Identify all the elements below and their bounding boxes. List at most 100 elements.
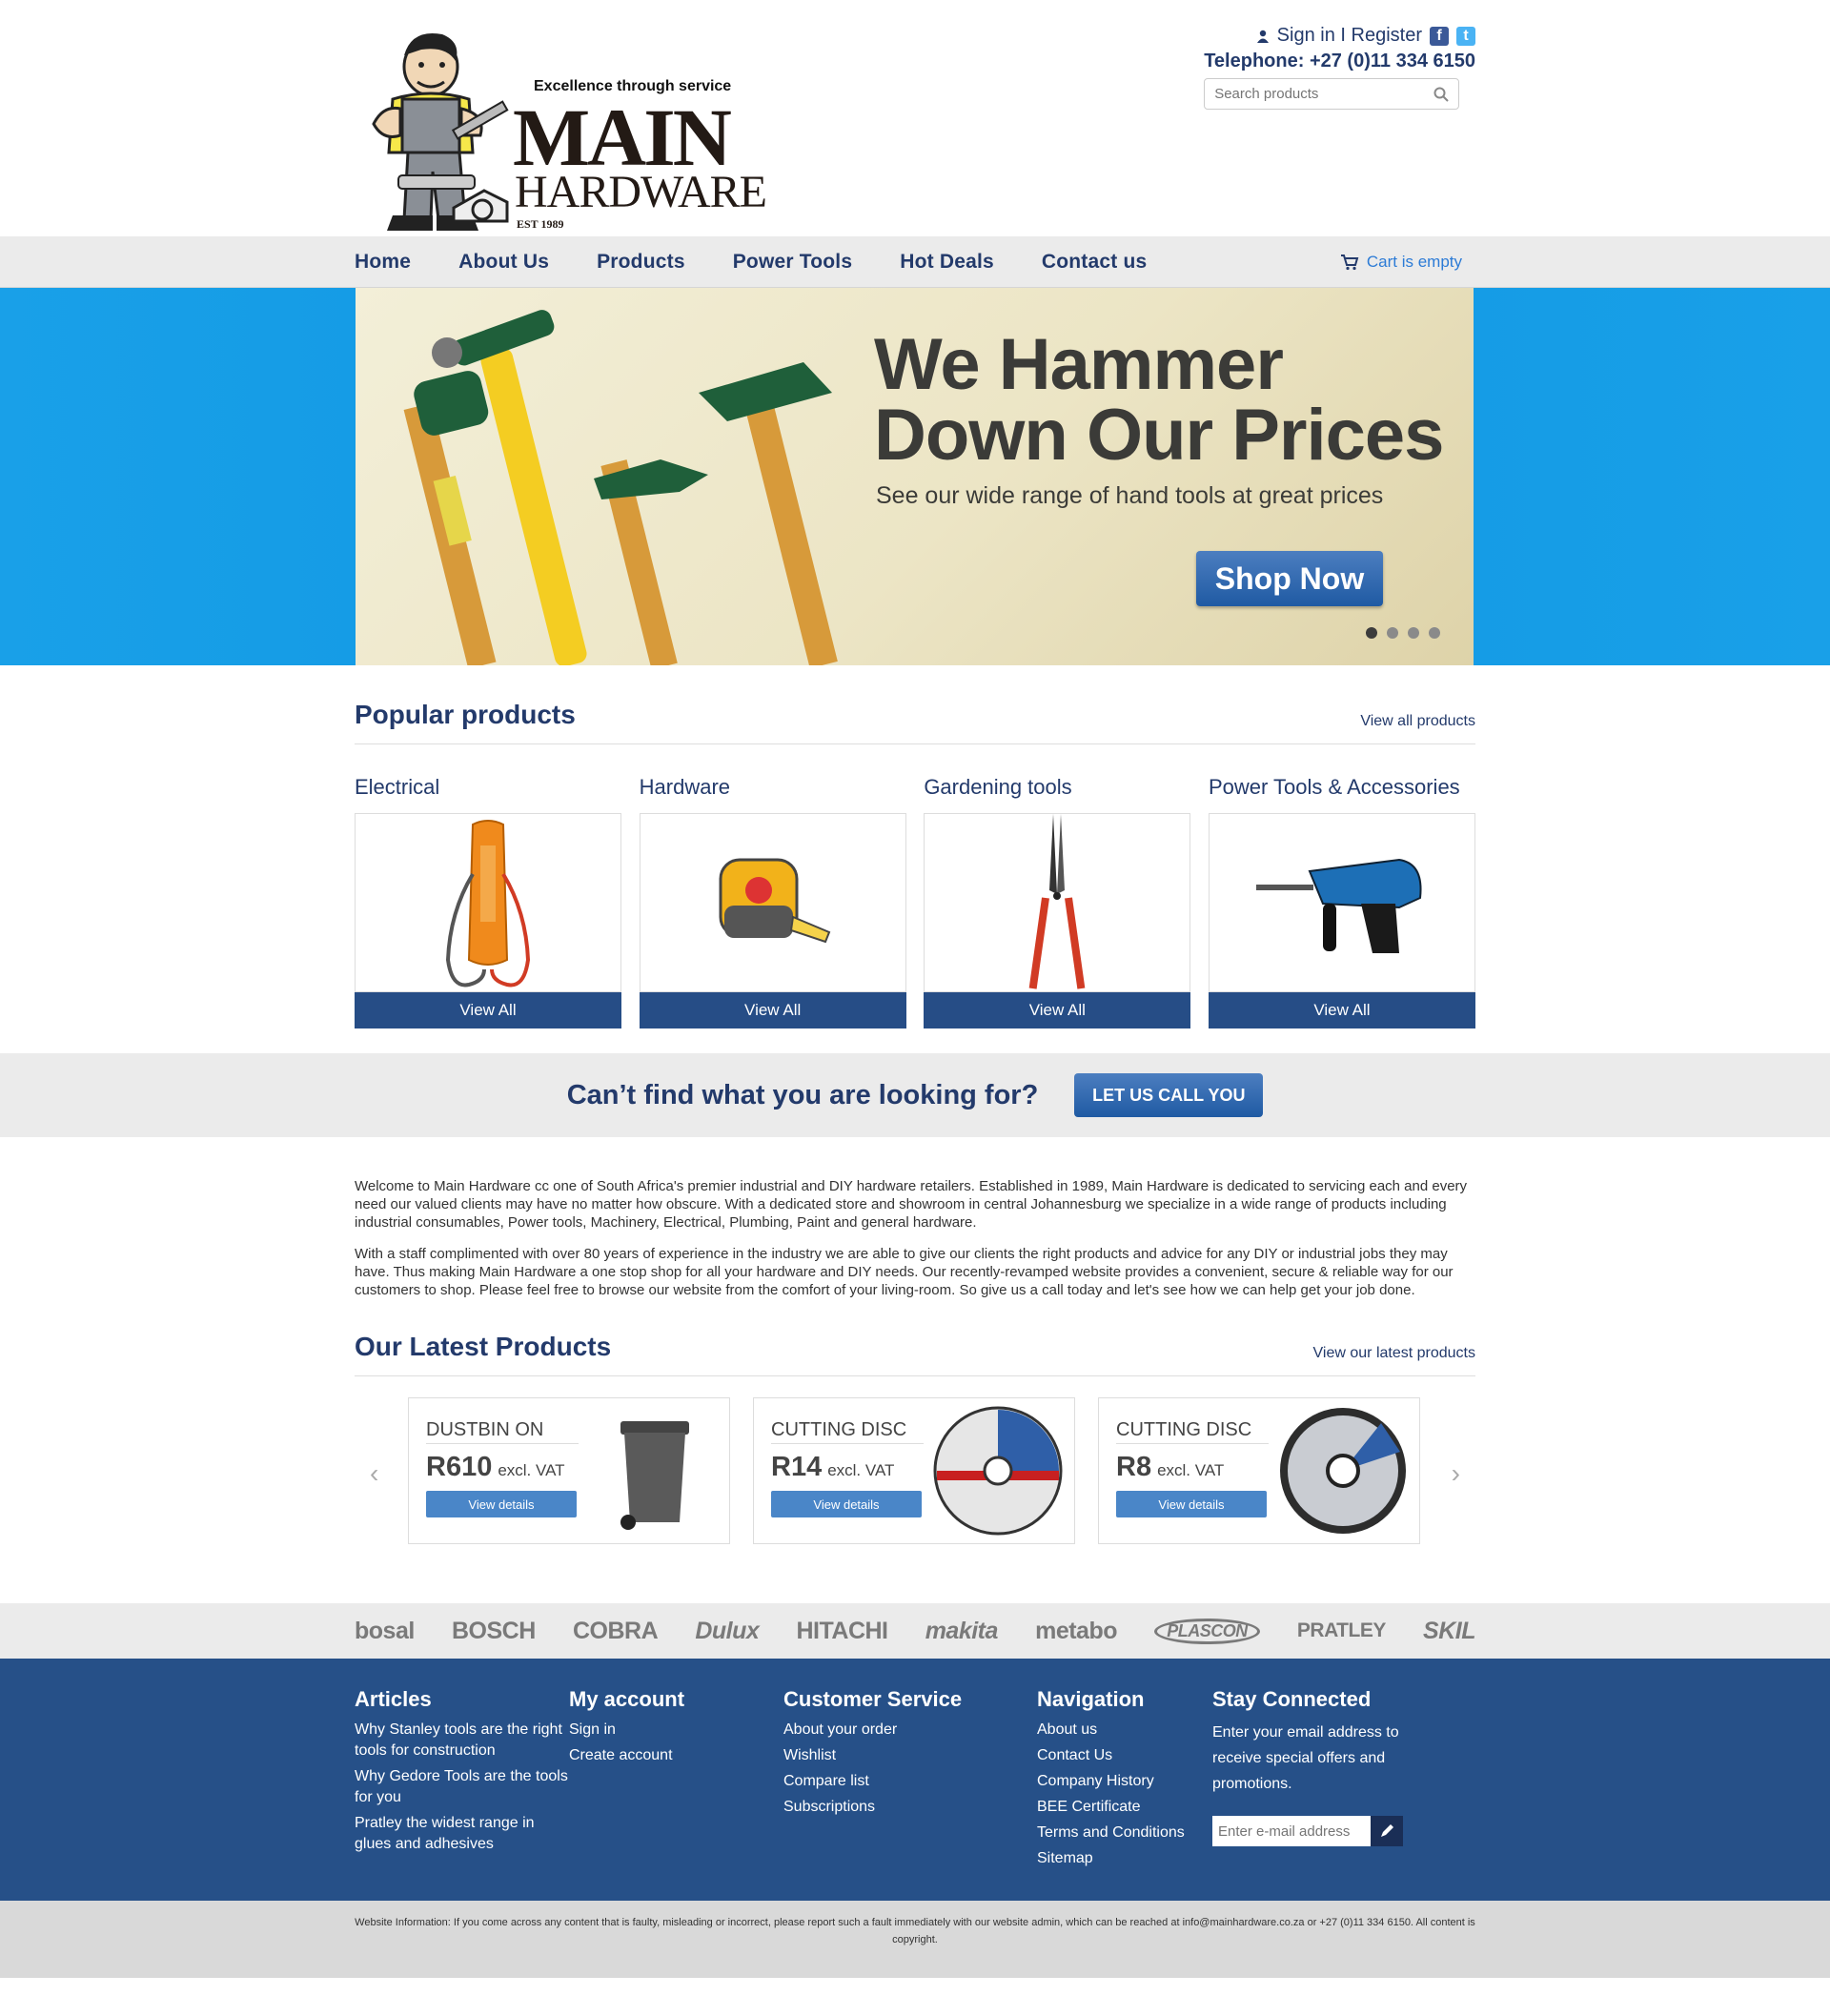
slider-dot-2[interactable] <box>1387 627 1398 639</box>
slider-dot-4[interactable] <box>1429 627 1440 639</box>
logo-main-text: MAIN <box>513 92 732 183</box>
category-title[interactable]: Gardening tools <box>924 775 1190 800</box>
product-card: CUTTING DISC R8 excl. VAT View details <box>1098 1397 1420 1544</box>
call-to-action-bar: Can’t find what you are looking for? LET… <box>0 1053 1830 1137</box>
footer-link[interactable]: Pratley the widest range in glues and ad… <box>355 1813 569 1855</box>
footer-link[interactable]: Terms and Conditions <box>1037 1823 1212 1843</box>
newsletter-text: Enter your email address to receive spec… <box>1212 1724 1399 1792</box>
telephone-number: Telephone: +27 (0)11 334 6150 <box>1204 51 1475 71</box>
footer-link[interactable]: Create account <box>569 1745 783 1766</box>
view-details-button[interactable]: View details <box>426 1491 577 1517</box>
nav-hot-deals[interactable]: Hot Deals <box>900 251 994 274</box>
brand-logo-plascon[interactable]: PLASCON <box>1154 1618 1260 1644</box>
footer-stay-connected: Stay Connected Enter your email address … <box>1212 1687 1413 1874</box>
category-electrical: Electrical View All <box>355 775 621 1028</box>
hedge-shears-image <box>1028 814 1086 989</box>
cutting-disc-image <box>1280 1408 1406 1534</box>
search-icon[interactable] <box>1434 87 1449 102</box>
footer-link[interactable]: Why Stanley tools are the right tools fo… <box>355 1720 569 1761</box>
pencil-icon <box>1381 1824 1393 1837</box>
site-logo[interactable]: Excellence through service MAIN HARDWARE… <box>355 29 774 236</box>
slider-dot-3[interactable] <box>1408 627 1419 639</box>
view-details-button[interactable]: View details <box>771 1491 922 1517</box>
slider-dot-1[interactable] <box>1366 627 1377 639</box>
newsletter-submit-button[interactable] <box>1371 1816 1403 1846</box>
vat-label: excl. VAT <box>498 1461 565 1479</box>
shop-now-button[interactable]: Shop Now <box>1196 551 1383 606</box>
hero-subtitle: See our wide range of hand tools at grea… <box>876 482 1384 509</box>
nav-products[interactable]: Products <box>597 251 685 274</box>
hero-title-line2: Down Our Prices <box>874 395 1444 476</box>
search-input[interactable] <box>1214 86 1425 102</box>
category-image[interactable] <box>924 813 1191 992</box>
nav-contact-us[interactable]: Contact us <box>1042 251 1148 274</box>
view-details-button[interactable]: View details <box>1116 1491 1267 1517</box>
view-all-button[interactable]: View All <box>1208 992 1475 1028</box>
footer-link[interactable]: Wishlist <box>783 1745 1037 1766</box>
facebook-icon[interactable]: f <box>1430 26 1449 46</box>
voltage-tester-image <box>445 820 531 988</box>
category-title[interactable]: Power Tools & Accessories <box>1209 775 1475 800</box>
logo-est: EST 1989 <box>517 217 564 231</box>
footer-heading: My account <box>569 1687 685 1711</box>
brand-logo-cobra[interactable]: COBRA <box>573 1618 659 1645</box>
footer-link[interactable]: Compare list <box>783 1771 1037 1792</box>
footer-link[interactable]: Why Gedore Tools are the tools for you <box>355 1766 569 1808</box>
site-header: Excellence through service MAIN HARDWARE… <box>355 0 1475 236</box>
hammers-illustration <box>403 310 838 665</box>
brand-logo-metabo[interactable]: metabo <box>1035 1618 1117 1645</box>
footer-link[interactable]: About your order <box>783 1720 1037 1741</box>
brand-logo-pratley[interactable]: PRATLEY <box>1297 1619 1386 1642</box>
email-input[interactable] <box>1212 1816 1371 1846</box>
footer-link[interactable]: Subscriptions <box>783 1797 1037 1818</box>
carousel-prev-icon[interactable]: ‹ <box>370 1458 378 1489</box>
category-gardening-tools: Gardening tools View All <box>924 775 1191 1028</box>
cart-icon <box>1340 255 1359 271</box>
brand-logo-hitachi[interactable]: HITACHI <box>796 1618 888 1645</box>
logo-sub-text: HARDWARE <box>515 167 767 217</box>
category-title[interactable]: Electrical <box>355 775 621 800</box>
nav-about-us[interactable]: About Us <box>458 251 549 274</box>
view-all-button[interactable]: View All <box>355 992 621 1028</box>
carousel-next-icon[interactable]: › <box>1452 1458 1460 1489</box>
product-name[interactable]: CUTTING DISC <box>771 1419 924 1444</box>
brand-logo-skil[interactable]: SKIL <box>1423 1618 1475 1645</box>
category-title[interactable]: Hardware <box>640 775 906 800</box>
register-link[interactable]: Register <box>1352 25 1422 46</box>
brand-logo-bosch[interactable]: BOSCH <box>452 1618 536 1645</box>
footer-heading: Customer Service <box>783 1687 963 1711</box>
cart-link[interactable]: Cart is empty <box>1340 253 1462 272</box>
view-all-button[interactable]: View All <box>924 992 1191 1028</box>
footer-heading: Navigation <box>1037 1687 1145 1711</box>
twitter-icon[interactable]: t <box>1456 26 1475 46</box>
account-separator: I <box>1340 25 1346 46</box>
signin-link[interactable]: Sign in <box>1277 25 1335 46</box>
footer-heading: Stay Connected <box>1212 1687 1372 1711</box>
view-latest-products-link[interactable]: View our latest products <box>1313 1345 1475 1362</box>
view-all-button[interactable]: View All <box>639 992 906 1028</box>
view-all-products-link[interactable]: View all products <box>1360 713 1475 730</box>
category-image[interactable] <box>1208 813 1475 992</box>
hero-title-line1: We Hammer <box>874 324 1284 405</box>
footer-my-account: My account Sign in Create account <box>569 1687 783 1874</box>
footer-link[interactable]: Contact Us <box>1037 1745 1212 1766</box>
brand-logo-dulux[interactable]: Dulux <box>695 1618 759 1645</box>
product-name[interactable]: CUTTING DISC <box>1116 1419 1269 1444</box>
welcome-paragraph-2: With a staff complimented with over 80 y… <box>355 1246 1454 1298</box>
footer-link[interactable]: Sign in <box>569 1720 783 1741</box>
nav-power-tools[interactable]: Power Tools <box>733 251 853 274</box>
footer-link[interactable]: Company History <box>1037 1771 1212 1792</box>
nav-home[interactable]: Home <box>355 251 411 274</box>
product-name[interactable]: DUSTBIN ON <box>426 1419 579 1444</box>
category-image[interactable] <box>639 813 906 992</box>
footer-link[interactable]: BEE Certificate <box>1037 1797 1212 1818</box>
hero-banner[interactable]: We Hammer Down Our Prices See our wide r… <box>356 288 1474 665</box>
brand-logo-bosal[interactable]: bosal <box>355 1618 415 1645</box>
search-box[interactable] <box>1204 78 1460 110</box>
brand-logo-makita[interactable]: makita <box>925 1618 999 1645</box>
footer-link[interactable]: Sitemap <box>1037 1848 1212 1869</box>
category-image[interactable] <box>355 813 621 992</box>
let-us-call-you-button[interactable]: LET US CALL YOU <box>1074 1073 1264 1117</box>
disclaimer-bar: Website Information: If you come across … <box>0 1901 1830 1978</box>
footer-link[interactable]: About us <box>1037 1720 1212 1741</box>
